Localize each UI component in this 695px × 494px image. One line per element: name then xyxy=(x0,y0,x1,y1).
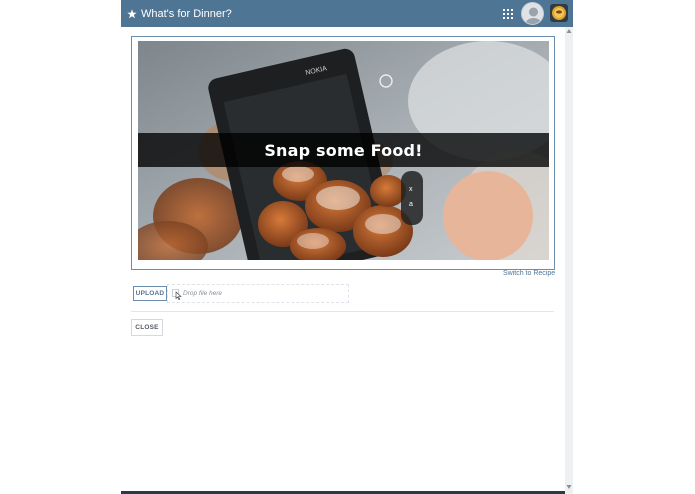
scrollbar[interactable] xyxy=(565,27,573,494)
dinner-dialog: What's for Dinner? NOKIA x a Snap some F… xyxy=(121,0,573,494)
window-title: What's for Dinner? xyxy=(141,7,232,20)
snap-banner: Snap some Food! xyxy=(138,133,549,167)
close-button[interactable]: CLOSE xyxy=(131,319,163,336)
app-logo-icon[interactable] xyxy=(550,4,568,22)
drag-cursor-icon xyxy=(172,289,182,300)
divider xyxy=(131,311,554,312)
star-icon[interactable] xyxy=(127,8,137,19)
apps-grid-icon[interactable] xyxy=(503,9,513,19)
user-avatar[interactable] xyxy=(521,2,544,25)
banner-text: Snap some Food! xyxy=(264,140,423,160)
title-bar: What's for Dinner? xyxy=(121,0,573,27)
image-preview-frame[interactable]: NOKIA x a Snap some Food! xyxy=(131,36,555,270)
scroll-up-icon[interactable] xyxy=(566,28,572,34)
svg-text:a: a xyxy=(409,201,413,208)
switch-to-recipe-link[interactable]: Switch to Recipe xyxy=(503,270,555,277)
svg-text:x: x xyxy=(409,186,413,193)
dropzone-placeholder: Drop file here xyxy=(183,290,223,297)
scroll-down-icon[interactable] xyxy=(566,484,572,490)
food-photo: NOKIA x a Snap some Food! xyxy=(138,41,549,260)
upload-button[interactable]: UPLOAD xyxy=(133,286,167,301)
file-dropzone[interactable]: Drop file here xyxy=(167,284,349,303)
